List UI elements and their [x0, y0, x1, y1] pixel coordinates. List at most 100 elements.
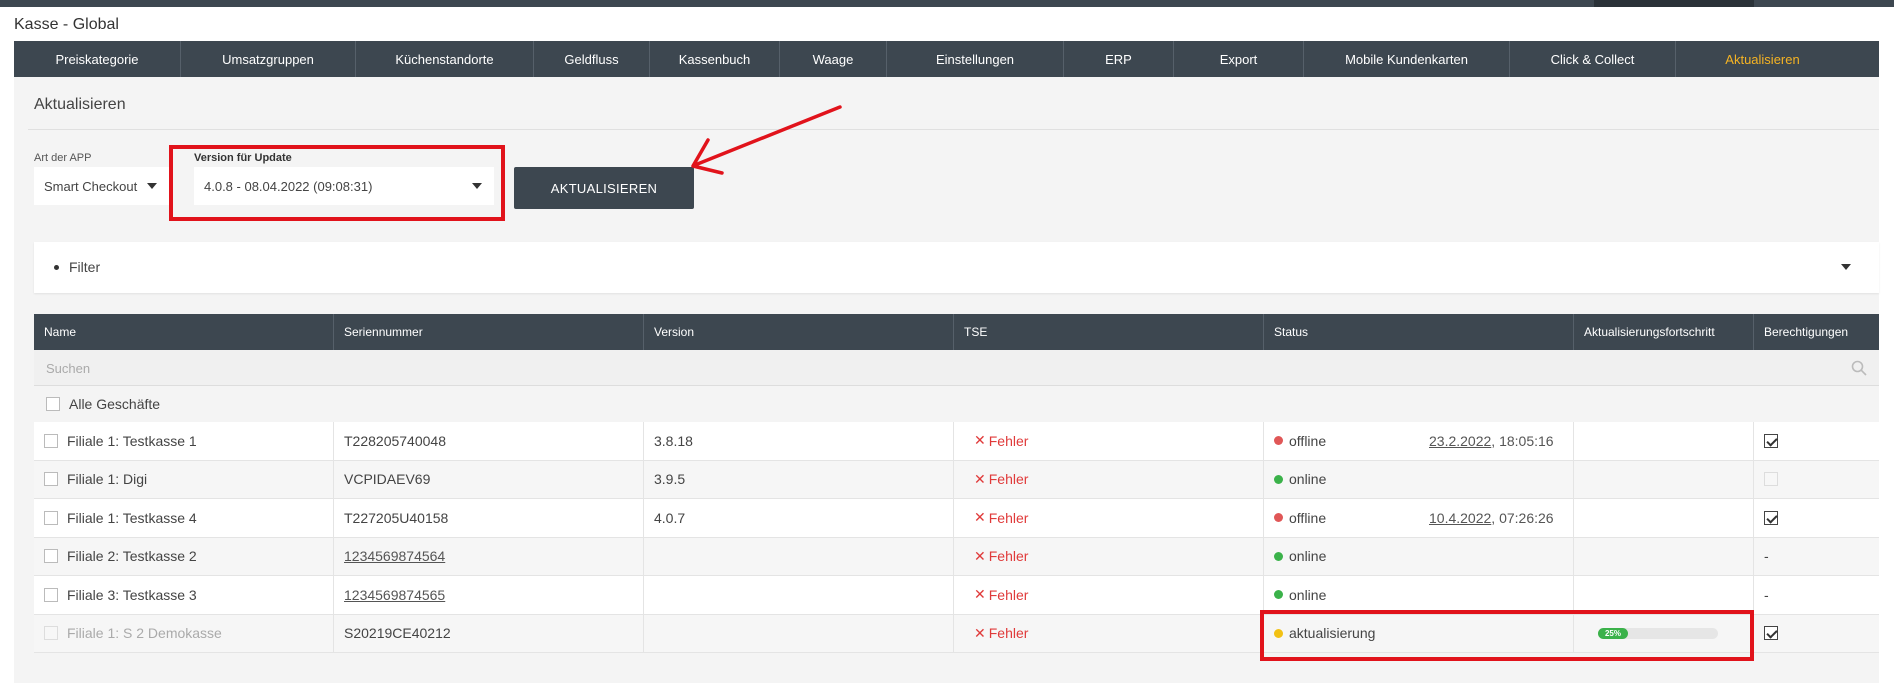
table-row[interactable]: Filiale 1: Testkasse 1 T228205740048 3.8.1… — [34, 422, 1879, 461]
column-header[interactable]: Berechtigungen — [1754, 314, 1879, 350]
permission-checkbox[interactable] — [1764, 626, 1778, 641]
search-icon[interactable] — [1851, 360, 1867, 376]
filter-panel[interactable]: Filter — [34, 242, 1879, 293]
c-tse: ✕ Fehler — [954, 460, 1264, 498]
serial-number: VCPIDAEV69 — [344, 471, 431, 488]
all-stores-row[interactable]: Alle Geschäfte — [34, 386, 1879, 422]
column-header[interactable]: Seriennummer — [334, 314, 644, 350]
c-progress — [1574, 576, 1754, 614]
status-dot-icon — [1274, 513, 1283, 523]
tse-error-text: Fehler — [988, 586, 1029, 603]
filter-label: Filter — [69, 259, 101, 275]
table-row[interactable]: Filiale 3: Testkasse 3 1234569874565 ✕ Fehl… — [34, 576, 1879, 615]
all-stores-label: Alle Geschäfte — [69, 396, 161, 412]
table-row[interactable]: Filiale 1: Digi VCPIDAEV69 3.9.5 ✕ Fehler onl… — [34, 460, 1879, 499]
last-seen-time: , 18:05:16 — [1491, 432, 1554, 449]
last-seen-date[interactable]: 23.2.2022 — [1429, 433, 1491, 449]
column-header[interactable]: Status — [1264, 314, 1574, 350]
nav-item-waage[interactable]: Waage — [780, 41, 887, 77]
c-progress — [1574, 460, 1754, 498]
column-header[interactable]: Name — [34, 314, 334, 350]
last-seen-time: , 07:26:26 — [1491, 509, 1554, 526]
nav-item-preiskategorie[interactable]: Preiskategorie — [14, 41, 181, 77]
nav-item-küchenstandorte[interactable]: Küchenstandorte — [356, 41, 534, 77]
table-row[interactable]: Filiale 2: Testkasse 2 1234569874564 ✕ Fehl… — [34, 537, 1879, 576]
nav-item-umsatzgruppen[interactable]: Umsatzgruppen — [181, 41, 356, 77]
device-name: Filiale 1: Testkasse 1 — [67, 432, 197, 449]
status-dot-icon — [1274, 551, 1283, 561]
nav-item-mobile-kundenkarten[interactable]: Mobile Kundenkarten — [1304, 41, 1510, 77]
search-input[interactable] — [34, 350, 1879, 386]
tse-error: ✕ Fehler — [974, 471, 1028, 488]
nav-item-export[interactable]: Export — [1174, 41, 1304, 77]
column-header[interactable]: Version — [644, 314, 954, 350]
c-name: Filiale 1: Digi — [34, 460, 334, 498]
all-stores-checkbox[interactable] — [46, 397, 60, 411]
update-button[interactable]: AKTUALISIEREN — [514, 167, 694, 209]
nav-item-einstellungen[interactable]: Einstellungen — [887, 41, 1064, 77]
tse-error: ✕ Fehler — [974, 548, 1028, 565]
row-checkbox[interactable] — [44, 472, 58, 487]
c-version — [644, 537, 954, 575]
c-name: Filiale 2: Testkasse 2 — [34, 537, 334, 575]
c-status: online — [1264, 537, 1574, 575]
version-value: 4.0.7 — [654, 509, 686, 526]
c-perm: - — [1754, 576, 1879, 614]
nav-item-aktualisieren[interactable]: Aktualisieren — [1676, 41, 1849, 77]
c-tse: ✕ Fehler — [954, 499, 1264, 537]
nav-item-kassenbuch[interactable]: Kassenbuch — [650, 41, 780, 77]
column-header[interactable]: Aktualisierungsfortschritt — [1574, 314, 1754, 350]
nav-item-click-collect[interactable]: Click & Collect — [1510, 41, 1676, 77]
c-serial: 1234569874564 — [334, 537, 644, 575]
close-icon: ✕ — [974, 586, 986, 603]
row-checkbox[interactable] — [44, 626, 58, 641]
app-type-select[interactable]: Smart Checkout — [34, 167, 169, 205]
column-header[interactable]: TSE — [954, 314, 1264, 350]
c-perm — [1754, 615, 1879, 653]
nav-item-geldfluss[interactable]: Geldfluss — [534, 41, 650, 77]
row-checkbox[interactable] — [44, 587, 58, 602]
tse-error: ✕ Fehler — [974, 625, 1028, 642]
tse-error: ✕ Fehler — [974, 432, 1028, 449]
permission-checkbox[interactable] — [1764, 510, 1778, 525]
close-icon: ✕ — [974, 509, 986, 526]
tse-error-text: Fehler — [988, 548, 1029, 565]
status-text: offline — [1289, 509, 1327, 526]
c-status: online — [1264, 460, 1574, 498]
row-checkbox[interactable] — [44, 510, 58, 525]
row-checkbox[interactable] — [44, 549, 58, 564]
status-dot-icon — [1274, 590, 1283, 600]
top-strip-segment — [1594, 0, 1754, 7]
c-tse: ✕ Fehler — [954, 576, 1264, 614]
status-text: online — [1289, 548, 1327, 565]
permission-checkbox[interactable] — [1764, 472, 1778, 487]
permission-none: - — [1764, 548, 1769, 565]
row-checkbox[interactable] — [44, 433, 58, 448]
c-version: 4.0.7 — [644, 499, 954, 537]
last-seen-date[interactable]: 10.4.2022 — [1429, 510, 1491, 526]
top-strip — [0, 0, 1894, 7]
device-name: Filiale 1: S 2 Demokasse — [67, 625, 222, 642]
close-icon: ✕ — [974, 547, 986, 564]
serial-number[interactable]: 1234569874564 — [344, 548, 445, 564]
version-value: 3.9.5 — [654, 471, 686, 488]
table-row[interactable]: Filiale 1: Testkasse 4 T227205U40158 4.0.7… — [34, 499, 1879, 538]
c-perm — [1754, 422, 1879, 460]
serial-number[interactable]: 1234569874565 — [344, 587, 445, 603]
c-perm — [1754, 499, 1879, 537]
c-status: offline 23.2.2022, 18:05:16 — [1264, 422, 1574, 460]
status-text: offline — [1289, 432, 1327, 449]
c-name: Filiale 1: Testkasse 4 — [34, 499, 334, 537]
c-progress — [1574, 499, 1754, 537]
permission-checkbox[interactable] — [1764, 433, 1778, 448]
app-type-label: Art der APP — [34, 152, 92, 164]
nav-item-erp[interactable]: ERP — [1064, 41, 1174, 77]
c-serial: S20219CE40212 — [334, 614, 644, 652]
chevron-down-icon — [1841, 264, 1851, 270]
c-serial: T227205U40158 — [334, 499, 644, 537]
app-title: Kasse - Global — [14, 16, 119, 33]
app-type-value: Smart Checkout — [44, 178, 138, 194]
close-icon: ✕ — [974, 470, 986, 487]
last-seen: 10.4.2022, 07:26:26 — [1429, 510, 1554, 526]
tse-error-text: Fehler — [988, 471, 1029, 488]
